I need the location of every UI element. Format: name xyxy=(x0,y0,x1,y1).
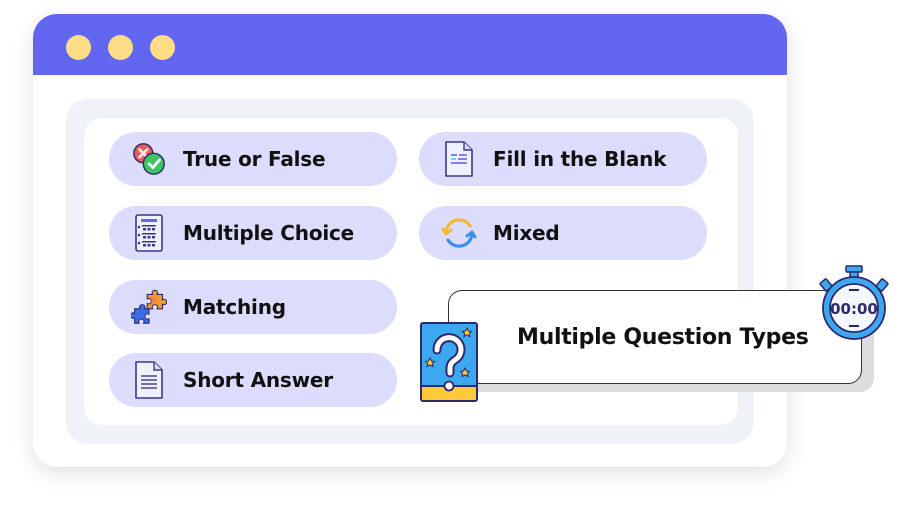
question-type-label: Multiple Choice xyxy=(183,221,355,245)
multiple-choice-list-icon xyxy=(131,214,167,252)
question-card-icon xyxy=(420,322,478,402)
stopwatch-icon: 00:00 xyxy=(818,264,890,342)
question-type-label: Matching xyxy=(183,295,286,319)
fill-blank-document-icon xyxy=(441,141,477,177)
stopwatch-time: 00:00 xyxy=(830,300,878,318)
document-lines-icon xyxy=(131,361,167,399)
question-type-mixed[interactable]: Mixed xyxy=(419,206,707,260)
question-type-multiple-choice[interactable]: Multiple Choice xyxy=(109,206,397,260)
question-type-true-false[interactable]: True or False xyxy=(109,132,397,186)
title-bar xyxy=(33,14,787,75)
puzzle-pieces-icon xyxy=(131,289,167,325)
refresh-cycle-icon xyxy=(441,215,477,251)
question-type-fill-blank[interactable]: Fill in the Blank xyxy=(419,132,707,186)
callout-title: Multiple Question Types xyxy=(517,325,809,350)
question-type-label: Short Answer xyxy=(183,368,333,392)
question-type-matching[interactable]: Matching xyxy=(109,280,397,334)
question-type-label: Fill in the Blank xyxy=(493,147,667,171)
true-false-icon xyxy=(131,141,167,177)
window-control-dot[interactable] xyxy=(150,35,175,60)
question-type-label: True or False xyxy=(183,147,326,171)
window-control-dot[interactable] xyxy=(66,35,91,60)
window-control-dot[interactable] xyxy=(108,35,133,60)
question-type-label: Mixed xyxy=(493,221,560,245)
question-type-short-answer[interactable]: Short Answer xyxy=(109,353,397,407)
callout-card: Multiple Question Types xyxy=(448,290,862,384)
